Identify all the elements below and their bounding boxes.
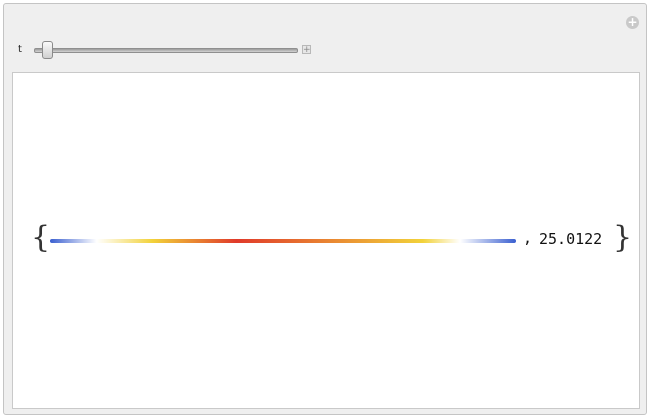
- slider-variable-label: t: [18, 44, 22, 55]
- result-value: 25.0122: [539, 230, 603, 248]
- list-separator: ,: [523, 229, 533, 247]
- list-open-brace: {: [31, 220, 51, 255]
- slider-control-row: t +: [16, 40, 316, 60]
- slider-expand-icon[interactable]: +: [302, 45, 311, 55]
- add-icon[interactable]: +: [626, 16, 639, 29]
- manipulate-panel: + t + { , 25.0122 }: [3, 3, 647, 415]
- list-close-brace: }: [613, 220, 633, 255]
- gradient-line: [50, 239, 516, 243]
- output-area: { , 25.0122 }: [12, 72, 640, 409]
- slider-thumb[interactable]: [41, 41, 53, 59]
- slider-track[interactable]: [34, 48, 298, 53]
